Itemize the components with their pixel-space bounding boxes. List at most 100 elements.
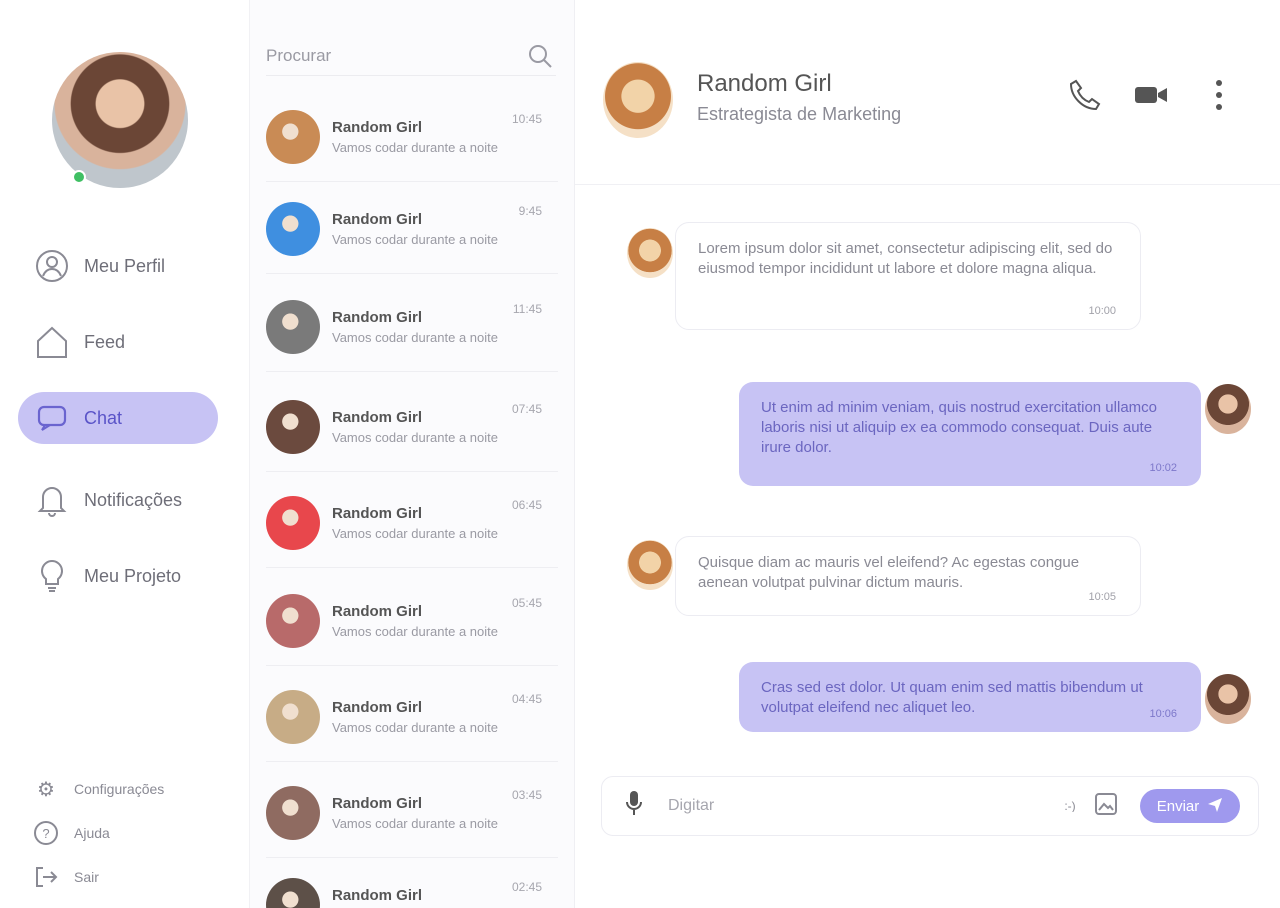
conversation-avatar xyxy=(266,299,320,354)
online-status-dot xyxy=(72,170,86,184)
conversation-preview: Vamos codar durante a noite xyxy=(332,525,498,541)
footer-item-sair[interactable]: Sair xyxy=(30,862,99,892)
message-text: Quisque diam ac mauris vel eleifend? Ac … xyxy=(698,554,1080,591)
conversation-item[interactable]: Random Girl Vamos codar durante a noite 05… xyxy=(266,576,558,666)
conversation-text: Random GirlVamos codar durante a noite xyxy=(332,887,502,908)
nav-item-notificacoes[interactable]: Notificações xyxy=(18,474,218,526)
conversation-item[interactable]: Random Girl Vamos codar durante a noite 04… xyxy=(266,672,558,762)
conversation-avatar xyxy=(266,399,320,454)
message-bubble-incoming: Lorem ipsum dolor sit amet, consectetur … xyxy=(675,222,1141,330)
conversation-text: Random GirlVamos codar durante a noite xyxy=(332,211,502,247)
conversation-preview: Vamos codar durante a noite xyxy=(332,139,498,155)
conversation-time: 04:45 xyxy=(511,692,542,706)
user-message-avatar xyxy=(1205,674,1251,724)
footer-item-ajuda[interactable]: ? Ajuda xyxy=(30,818,110,848)
conversation-name: Random Girl xyxy=(332,698,423,716)
help-icon: ? xyxy=(30,818,62,848)
message-text: Lorem ipsum dolor sit amet, consectetur … xyxy=(698,240,1113,277)
conversation-list: Random Girl Vamos codar durante a noite 10… xyxy=(250,0,575,908)
conversation-text: Random GirlVamos codar durante a noite xyxy=(332,603,502,639)
conversation-item[interactable]: Random Girl Vamos codar durante a noite 9:… xyxy=(266,184,558,274)
conversation-preview: Vamos codar durante a noite xyxy=(332,815,498,831)
conversation-name: Random Girl xyxy=(332,504,423,522)
conversation-time: 9:45 xyxy=(518,204,542,218)
conversation-text: Random Girl Vamos codar durante a noite xyxy=(332,505,502,541)
image-icon xyxy=(1095,792,1117,815)
search-bar xyxy=(266,36,556,76)
nav-item-chat[interactable]: Chat xyxy=(18,392,218,444)
nav-item-label: Meu Perfil xyxy=(84,255,166,276)
contact-message-avatar xyxy=(627,540,673,590)
message-time: 10:06 xyxy=(1149,708,1177,720)
conversation-avatar xyxy=(266,201,320,256)
emoji-button[interactable]: :-) xyxy=(1052,796,1088,817)
conversation-text: Random Girl Vamos codar durante a noite xyxy=(332,119,502,155)
nav-item-label: Feed xyxy=(84,331,126,352)
conversation-preview: Vamos codar durante a noite xyxy=(332,623,498,639)
message-input[interactable] xyxy=(668,797,1052,815)
conversation-time: 03:45 xyxy=(511,788,542,802)
conversation-avatar xyxy=(266,785,320,840)
conversation-item[interactable]: Random Girl Vamos codar durante a noite 06… xyxy=(266,478,558,568)
contact-avatar[interactable] xyxy=(603,62,673,138)
nav-item-label: Chat xyxy=(84,407,123,428)
conversation-item[interactable]: Random Girl Vamos codar durante a noite 11… xyxy=(266,282,558,372)
conversation-name: Random Girl xyxy=(332,408,423,426)
message-text: Cras sed est dolor. Ut quam enim sed mat… xyxy=(761,679,1143,716)
send-icon xyxy=(1207,796,1223,816)
search-input[interactable] xyxy=(266,45,524,66)
phone-icon xyxy=(1068,78,1102,119)
conversation-avatar xyxy=(266,689,320,744)
message-bubble-outgoing: Cras sed est dolor. Ut quam enim sed mat… xyxy=(739,662,1201,732)
nav-item-feed[interactable]: Feed xyxy=(18,316,218,368)
phone-call-button[interactable] xyxy=(1065,78,1105,118)
logout-icon xyxy=(30,862,62,892)
chat-header: Random Girl Estrategista de Marketing xyxy=(575,0,1280,185)
conversation-item[interactable]: Random Girl Vamos codar durante a noite 03… xyxy=(266,768,558,858)
video-call-button[interactable] xyxy=(1131,78,1171,118)
conversation-avatar xyxy=(266,593,320,648)
lightbulb-icon xyxy=(32,556,72,596)
nav-item-meu-projeto[interactable]: Meu Projeto xyxy=(18,550,218,602)
search-icon[interactable] xyxy=(524,40,556,72)
conversation-time: 07:45 xyxy=(511,402,542,416)
conversation-text: Random GirlVamos codar durante a noite xyxy=(332,309,502,345)
nav-item-meu-perfil[interactable]: Meu Perfil xyxy=(18,240,218,292)
footer-item-label: Configurações xyxy=(74,781,165,797)
profile-avatar[interactable] xyxy=(52,52,188,188)
footer-item-label: Ajuda xyxy=(74,825,110,841)
conversation-item[interactable]: Random GirlVamos codar durante a noite 02… xyxy=(266,860,558,908)
gear-icon: ⚙ xyxy=(37,778,55,801)
conversation-name: Random Girl xyxy=(332,886,423,904)
video-icon xyxy=(1133,82,1169,114)
footer-item-label: Sair xyxy=(74,869,99,885)
conversation-preview: Vamos codar durante a noite xyxy=(332,719,498,735)
microphone-icon xyxy=(626,791,642,815)
message-bubble-incoming: Quisque diam ac mauris vel eleifend? Ac … xyxy=(675,536,1141,616)
home-icon xyxy=(32,322,72,362)
send-button[interactable]: Enviar xyxy=(1140,789,1240,823)
conversation-text: Random Girl Vamos codar durante a noite xyxy=(332,699,502,735)
message-text: Ut enim ad minim veniam, quis nostrud ex… xyxy=(761,399,1157,456)
conversation-item[interactable]: Random Girl Vamos codar durante a noite 07… xyxy=(266,382,558,472)
conversation-time: 10:45 xyxy=(511,112,542,126)
svg-text:?: ? xyxy=(42,826,49,841)
conversation-text: Random GirlVamos codar durante a noite xyxy=(332,409,502,445)
conversation-time: 02:45 xyxy=(511,880,542,894)
message-composer: :-) Enviar xyxy=(601,776,1259,836)
sidebar-nav: Meu Perfil Feed Chat Notificações Meu Pr… xyxy=(0,0,250,908)
attach-image-button[interactable] xyxy=(1088,792,1124,821)
bell-icon xyxy=(32,480,72,520)
conversation-item[interactable]: Random Girl Vamos codar durante a noite 10… xyxy=(266,92,558,182)
conversation-name: Random Girl xyxy=(332,118,423,136)
microphone-button[interactable] xyxy=(620,790,648,822)
chat-panel: Random Girl Estrategista de Marketing Lo… xyxy=(575,0,1280,908)
conversation-avatar xyxy=(266,877,320,908)
conversation-name: Random Girl xyxy=(332,794,423,812)
conversation-preview: Vamos codar durante a noite xyxy=(332,329,498,345)
conversation-name: Random Girl xyxy=(332,210,423,228)
footer-item-configuracoes[interactable]: ⚙ Configurações xyxy=(30,774,164,804)
nav-item-label: Meu Projeto xyxy=(84,565,182,586)
more-options-button[interactable] xyxy=(1199,78,1239,118)
contact-name: Random Girl xyxy=(697,70,832,97)
